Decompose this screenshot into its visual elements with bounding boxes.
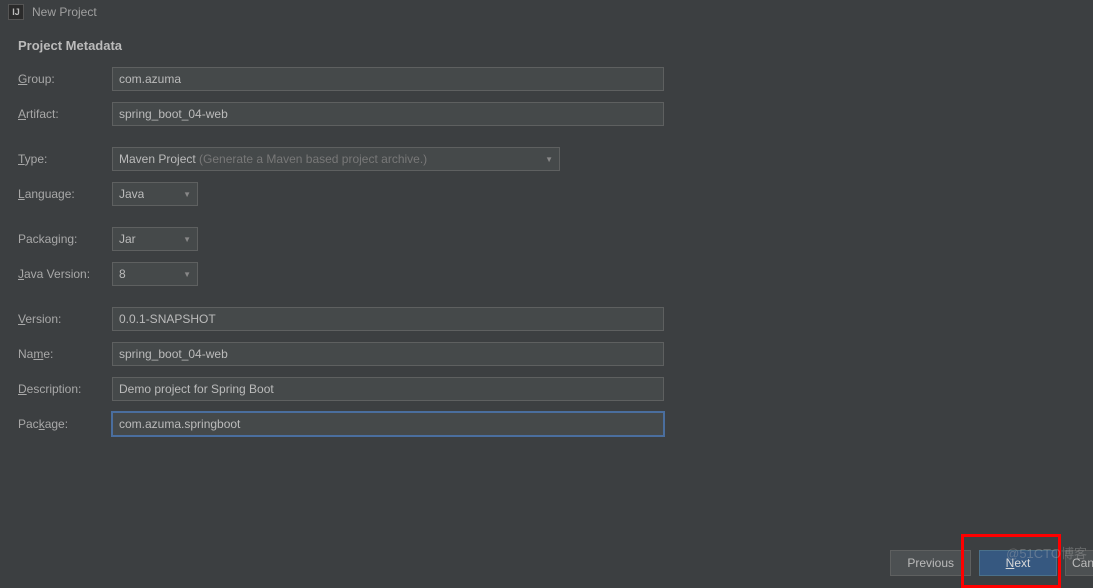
label-type: Type: xyxy=(18,152,102,166)
language-value: Java xyxy=(119,187,144,201)
intellij-icon: IJ xyxy=(8,4,24,20)
previous-button[interactable]: Previous xyxy=(890,550,971,576)
cancel-button[interactable]: Can xyxy=(1065,550,1093,576)
packaging-select[interactable]: Jar ▼ xyxy=(112,227,198,251)
packaging-value: Jar xyxy=(119,232,136,246)
label-package: Package: xyxy=(18,417,102,431)
label-packaging: Packaging: xyxy=(18,232,102,246)
dialog-footer: Previous Next Can xyxy=(890,550,1093,576)
row-description: Description: xyxy=(18,377,1075,401)
javaversion-select[interactable]: 8 ▼ xyxy=(112,262,198,286)
chevron-down-icon: ▼ xyxy=(183,190,191,199)
type-value: Maven Project xyxy=(119,152,196,166)
artifact-input[interactable] xyxy=(112,102,664,126)
language-select[interactable]: Java ▼ xyxy=(112,182,198,206)
chevron-down-icon: ▼ xyxy=(545,155,553,164)
name-input[interactable] xyxy=(112,342,664,366)
row-language: Language: Java ▼ xyxy=(18,182,1075,206)
row-version: Version: xyxy=(18,307,1075,331)
label-language: Language: xyxy=(18,187,102,201)
dialog-content: Project Metadata Group: Artifact: Type: … xyxy=(0,24,1093,461)
title-bar: IJ New Project xyxy=(0,0,1093,24)
type-hint: (Generate a Maven based project archive.… xyxy=(199,152,427,166)
window-title: New Project xyxy=(32,5,97,19)
label-artifact: Artifact: xyxy=(18,107,102,121)
description-input[interactable] xyxy=(112,377,664,401)
label-group: Group: xyxy=(18,72,102,86)
row-group: Group: xyxy=(18,67,1075,91)
label-name: Name: xyxy=(18,347,102,361)
label-version: Version: xyxy=(18,312,102,326)
label-description: Description: xyxy=(18,382,102,396)
row-package: Package: xyxy=(18,412,1075,436)
row-javaversion: Java Version: 8 ▼ xyxy=(18,262,1075,286)
row-type: Type: Maven Project (Generate a Maven ba… xyxy=(18,147,1075,171)
label-javaversion: Java Version: xyxy=(18,267,102,281)
package-input[interactable] xyxy=(112,412,664,436)
chevron-down-icon: ▼ xyxy=(183,270,191,279)
javaversion-value: 8 xyxy=(119,267,126,281)
section-title: Project Metadata xyxy=(18,38,1075,53)
type-select[interactable]: Maven Project (Generate a Maven based pr… xyxy=(112,147,560,171)
row-name: Name: xyxy=(18,342,1075,366)
row-packaging: Packaging: Jar ▼ xyxy=(18,227,1075,251)
next-button[interactable]: Next xyxy=(979,550,1057,576)
group-input[interactable] xyxy=(112,67,664,91)
version-input[interactable] xyxy=(112,307,664,331)
chevron-down-icon: ▼ xyxy=(183,235,191,244)
row-artifact: Artifact: xyxy=(18,102,1075,126)
